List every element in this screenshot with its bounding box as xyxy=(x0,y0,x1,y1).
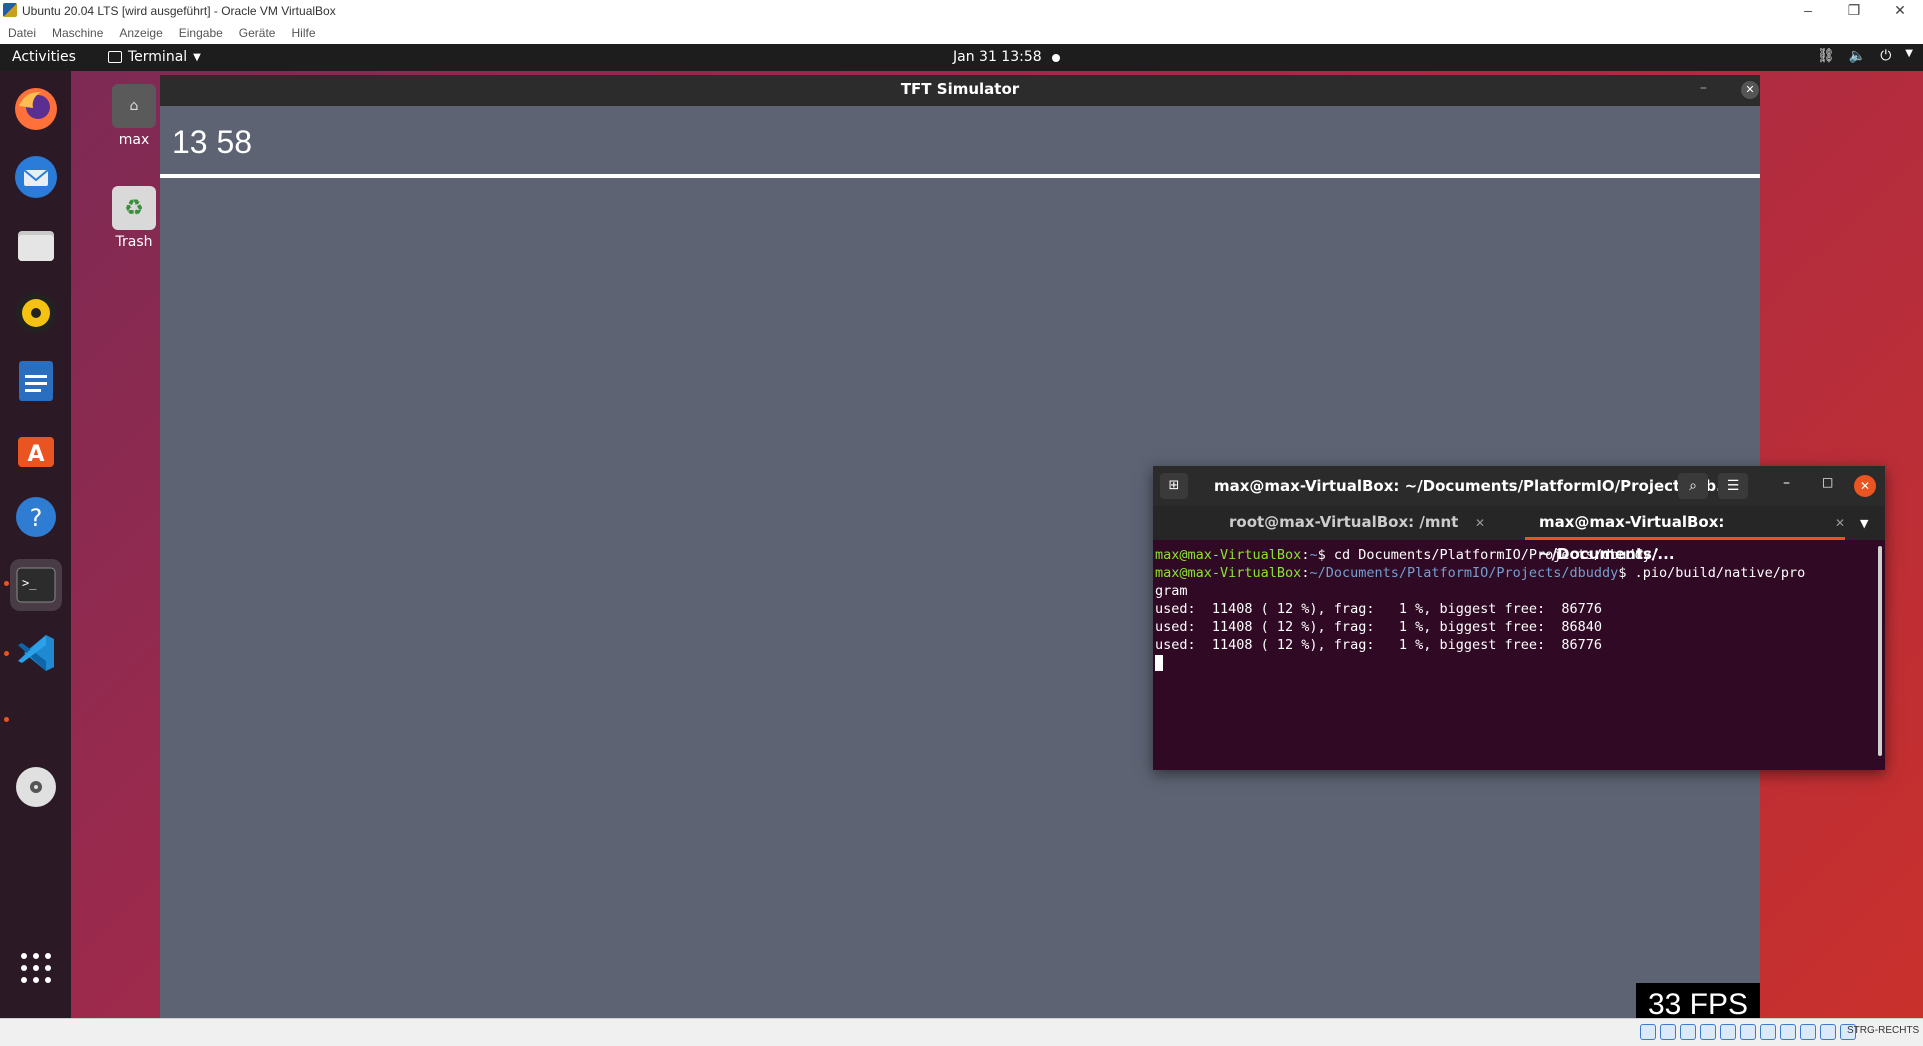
svg-text:?: ? xyxy=(30,504,43,532)
trash-icon: ♻ xyxy=(112,186,156,230)
dock: A ? >_ xyxy=(0,71,71,1018)
menu-eingabe[interactable]: Eingabe xyxy=(171,22,231,44)
host-restore-button[interactable]: ❐ xyxy=(1831,0,1877,22)
dvd-icon[interactable] xyxy=(10,761,62,813)
mouse-integration-icon[interactable] xyxy=(1820,1024,1836,1040)
software-center-icon[interactable]: A xyxy=(10,423,62,475)
prompt-path: ~ xyxy=(1309,547,1318,563)
terminal-tab-max[interactable]: max@max-VirtualBox: ~/Documents/... ✕ xyxy=(1525,506,1845,563)
text-cursor xyxy=(1155,655,1163,671)
running-indicator xyxy=(4,581,9,586)
terminal-scrollbar[interactable] xyxy=(1878,546,1882,756)
vscode-icon[interactable] xyxy=(10,627,62,679)
optical-drive-icon[interactable] xyxy=(1660,1024,1676,1040)
command-line: $ .pio/build/native/pro xyxy=(1618,565,1806,581)
menu-hilfe[interactable]: Hilfe xyxy=(283,22,323,44)
app-menu-label: Terminal xyxy=(128,49,188,65)
vbox-status-icons xyxy=(1640,1024,1856,1040)
output-line: used: 11408 ( 12 %), frag: 1 %, biggest … xyxy=(1155,619,1603,635)
hamburger-menu-icon[interactable]: ☰ xyxy=(1718,473,1748,499)
audio-icon[interactable] xyxy=(1680,1024,1696,1040)
prompt-user: max@max-VirtualBox xyxy=(1155,547,1302,563)
notification-dot-icon xyxy=(1052,54,1060,62)
running-indicator xyxy=(4,651,9,656)
terminal-minimize-button[interactable]: – xyxy=(1783,475,1790,491)
show-apps-icon[interactable] xyxy=(10,942,62,994)
cpu-icon[interactable] xyxy=(1800,1024,1816,1040)
menu-geraete[interactable]: Geräte xyxy=(231,22,284,44)
tab-list-dropdown-icon[interactable]: ▼ xyxy=(1860,517,1868,530)
chevron-down-icon: ▼ xyxy=(193,51,201,63)
tft-close-button[interactable]: ✕ xyxy=(1741,81,1759,99)
terminal-tab-bar: root@max-VirtualBox: /mnt ✕ max@max-Virt… xyxy=(1153,506,1885,563)
new-tab-icon[interactable]: ⊞ xyxy=(1160,473,1188,499)
host-titlebar: Ubuntu 20.04 LTS [wird ausgeführt] - Ora… xyxy=(0,0,1923,22)
terminal-app-icon xyxy=(108,51,122,63)
tft-minimize-button[interactable]: – xyxy=(1700,80,1707,96)
host-close-button[interactable]: ✕ xyxy=(1877,0,1923,22)
terminal-icon[interactable]: >_ xyxy=(10,559,62,611)
firefox-icon[interactable] xyxy=(10,83,62,135)
menu-anzeige[interactable]: Anzeige xyxy=(111,22,170,44)
host-menubar: Datei Maschine Anzeige Eingabe Geräte Hi… xyxy=(0,22,1923,44)
terminal-title: max@max-VirtualBox: ~/Documents/Platform… xyxy=(1214,477,1734,495)
prompt-path: ~/Documents/PlatformIO/Projects/dbuddy xyxy=(1309,565,1619,581)
rhythmbox-icon[interactable] xyxy=(10,287,62,339)
terminal-headerbar[interactable]: ⊞ max@max-VirtualBox: ~/Documents/Platfo… xyxy=(1153,466,1885,506)
home-folder-icon: ⌂ xyxy=(112,84,156,128)
terminal-output[interactable]: max@max-VirtualBox:~$ cd Documents/Platf… xyxy=(1155,546,1875,766)
usb-icon[interactable] xyxy=(1720,1024,1736,1040)
svg-text:A: A xyxy=(27,442,44,467)
terminal-window: ⊞ max@max-VirtualBox: ~/Documents/Platfo… xyxy=(1153,466,1885,770)
command-line: $ cd Documents/PlatformIO/Projects/dbudd… xyxy=(1317,547,1659,563)
terminal-close-button[interactable]: ✕ xyxy=(1854,475,1876,497)
shared-folders-icon[interactable] xyxy=(1740,1024,1756,1040)
tab-close-icon[interactable]: ✕ xyxy=(1835,507,1845,539)
help-icon[interactable]: ? xyxy=(10,491,62,543)
host-minimize-button[interactable]: – xyxy=(1785,0,1831,22)
running-indicator xyxy=(4,717,9,722)
tft-time-display: 13 58 xyxy=(172,124,253,160)
chevron-down-icon: ▼ xyxy=(1905,48,1913,59)
host-key-label: STRG-RECHTS xyxy=(1847,1025,1920,1036)
clock[interactable]: Jan 31 13:58 xyxy=(953,49,1042,65)
tft-window-title: TFT Simulator xyxy=(900,80,1020,98)
search-icon[interactable]: ⌕ xyxy=(1678,473,1708,499)
display-icon[interactable] xyxy=(1760,1024,1776,1040)
virtualbox-icon xyxy=(3,3,17,17)
fps-counter: 33 FPS xyxy=(1636,983,1760,1018)
terminal-maximize-button[interactable]: □ xyxy=(1822,475,1833,489)
volume-icon: 🔈 xyxy=(1848,48,1867,64)
output-line: used: 11408 ( 12 %), frag: 1 %, biggest … xyxy=(1155,637,1603,653)
menu-datei[interactable]: Datei xyxy=(0,22,44,44)
menu-maschine[interactable]: Maschine xyxy=(44,22,111,44)
host-statusbar: STRG-RECHTS xyxy=(0,1018,1923,1046)
thunderbird-icon[interactable] xyxy=(10,151,62,203)
harddisk-icon[interactable] xyxy=(1640,1024,1656,1040)
tft-divider xyxy=(160,174,1760,178)
power-icon: ⏻ xyxy=(1880,48,1892,64)
network-icon[interactable] xyxy=(1700,1024,1716,1040)
gnome-topbar: Activities Terminal ▼ Jan 31 13:58 ⛓ 🔈 ⏻… xyxy=(0,44,1923,71)
command-line-wrap: gram xyxy=(1155,583,1188,599)
system-tray[interactable]: ⛓ 🔈 ⏻ ▼ xyxy=(1817,48,1913,64)
files-icon[interactable] xyxy=(10,219,62,271)
host-window-title: Ubuntu 20.04 LTS [wird ausgeführt] - Ora… xyxy=(22,4,336,18)
recording-icon[interactable] xyxy=(1780,1024,1796,1040)
tab-label: root@max-VirtualBox: /mnt xyxy=(1229,513,1459,531)
guest-desktop: Activities Terminal ▼ Jan 31 13:58 ⛓ 🔈 ⏻… xyxy=(0,44,1923,1018)
app-menu[interactable]: Terminal ▼ xyxy=(108,49,201,65)
tab-close-icon[interactable]: ✕ xyxy=(1475,507,1485,539)
prompt-user: max@max-VirtualBox xyxy=(1155,565,1302,581)
svg-text:>_: >_ xyxy=(22,576,37,590)
terminal-tab-root[interactable]: root@max-VirtualBox: /mnt ✕ xyxy=(1229,506,1525,540)
tft-window-titlebar[interactable]: TFT Simulator xyxy=(160,75,1760,106)
output-line: used: 11408 ( 12 %), frag: 1 %, biggest … xyxy=(1155,601,1603,617)
libreoffice-writer-icon[interactable] xyxy=(10,355,62,407)
network-icon: ⛓ xyxy=(1817,48,1835,64)
activities-button[interactable]: Activities xyxy=(12,49,76,65)
